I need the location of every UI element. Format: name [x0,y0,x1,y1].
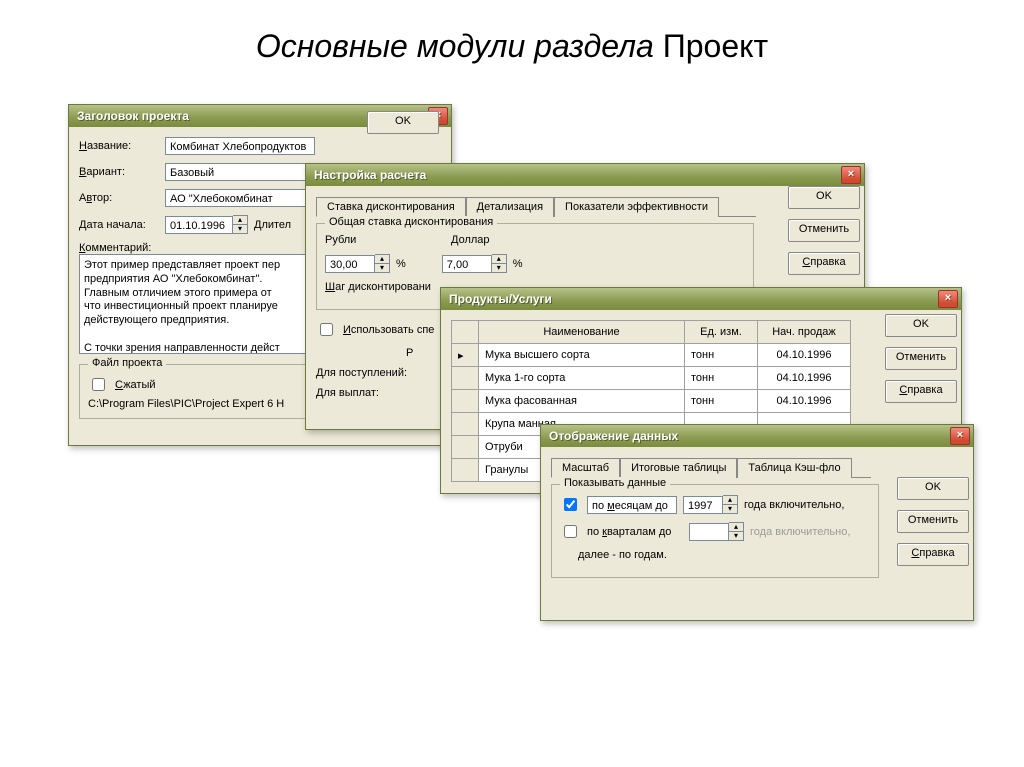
author-field[interactable]: АО "Хлебокомбинат [165,189,315,207]
cell-name[interactable]: Мука фасованная [479,390,685,413]
row-marker: ▸ [452,344,479,367]
label-income: Для поступлений: [316,367,436,379]
help-button[interactable]: Справка [885,380,957,403]
cancel-button[interactable]: Отменить [897,510,969,533]
further-label: далее - по годам. [578,549,667,561]
label-rub: Рубли [325,234,445,246]
use-special-checkbox[interactable] [320,323,333,336]
cancel-button[interactable]: Отменить [788,219,860,242]
pct1: % [396,258,406,270]
title-text: Настройка расчета [314,168,426,182]
label-duration: Длител [254,219,291,231]
help-button[interactable]: Справка [897,543,969,566]
title-text: Заголовок проекта [77,109,189,123]
file-path: C:\Program Files\PIC\Project Expert 6 H [88,398,332,410]
table-row[interactable]: Мука фасованнаятонн04.10.1996 [452,390,851,413]
label-step: Шаг дисконтировани [325,281,431,293]
year-incl-2: года включительно, [750,526,850,538]
title-text: Отображение данных [549,429,678,443]
by-quarter-label: по кварталам до [587,526,683,538]
slide-title-plain: Проект [663,28,768,64]
cell-date[interactable]: 04.10.1996 [758,344,851,367]
cell-unit[interactable]: тонн [685,367,758,390]
usd-stepper[interactable]: 7,00 ▴▾ [442,254,507,273]
label-name: Название: [79,140,159,152]
label-author: Автор: [79,192,159,204]
by-month-checkbox[interactable] [564,498,577,511]
label-expense: Для выплат: [316,387,436,399]
comment-textarea[interactable]: Этот пример представляет проект пер пред… [79,254,329,354]
by-quarter-checkbox[interactable] [564,525,577,538]
table-row[interactable]: Мука 1-го сортатонн04.10.1996 [452,367,851,390]
by-month-label: по месяцам до [587,496,677,514]
label-variant: Вариант: [79,166,159,178]
label-date: Дата начала: [79,219,159,231]
cell-unit[interactable]: тонн [685,390,758,413]
ok-button[interactable]: OK [885,314,957,337]
slide-title-italic: Основные модули раздела [256,28,654,64]
cell-name[interactable]: Мука высшего сорта [479,344,685,367]
titlebar[interactable]: Настройка расчета × [306,164,864,186]
date-stepper[interactable]: 01.10.1996 ▴▾ [165,215,248,234]
year-stepper[interactable]: 1997 ▴▾ [683,495,738,514]
quarter-year-stepper[interactable]: ▴▾ [689,522,744,541]
row-marker [452,390,479,413]
chevron-down-icon[interactable]: ▾ [233,225,247,233]
pct2: % [513,258,523,270]
row-marker [452,413,479,436]
table-header-row: Наименование Ед. изм. Нач. продаж [452,321,851,344]
label-usd: Доллар [451,234,551,246]
tab-detail[interactable]: Детализация [466,197,554,217]
title-text: Продукты/Услуги [449,292,552,306]
row-marker [452,436,479,459]
tab-summary[interactable]: Итоговые таблицы [620,458,737,478]
filebox-legend: Файл проекта [88,357,166,369]
col-name[interactable]: Наименование [479,321,685,344]
close-icon[interactable]: × [938,290,958,308]
cancel-button[interactable]: Отменить [885,347,957,370]
cell-date[interactable]: 04.10.1996 [758,390,851,413]
compressed-checkbox[interactable] [92,378,105,391]
close-icon[interactable]: × [950,427,970,445]
ok-button[interactable]: OK [788,186,860,209]
cell-name[interactable]: Мука 1-го сорта [479,367,685,390]
ok-button[interactable]: OK [897,477,969,500]
tab-efficiency[interactable]: Показатели эффективности [554,197,719,217]
tab-scale[interactable]: Масштаб [551,458,620,478]
slide-title: Основные модули раздела Проект [0,0,1024,81]
row-marker [452,459,479,482]
help-button[interactable]: Справка [788,252,860,275]
tab-cashflow[interactable]: Таблица Кэш-фло [737,458,851,478]
discount-legend: Общая ставка дисконтирования [325,216,497,228]
label-use-spec: Использовать спе [343,324,434,336]
col-unit[interactable]: Ед. изм. [685,321,758,344]
rub-stepper[interactable]: 30,00 ▴▾ [325,254,390,273]
titlebar[interactable]: Отображение данных × [541,425,973,447]
cell-unit[interactable]: тонн [685,344,758,367]
name-field[interactable]: Комбинат Хлебопродуктов [165,137,315,155]
variant-field[interactable]: Базовый [165,163,315,181]
cell-date[interactable]: 04.10.1996 [758,367,851,390]
display-legend: Показывать данные [560,477,670,489]
close-icon[interactable]: × [841,166,861,184]
window-data-display: Отображение данных × OK Отменить Справка… [540,424,974,621]
row-marker [452,367,479,390]
ok-button[interactable]: OK [367,111,439,134]
table-row[interactable]: ▸Мука высшего сортатонн04.10.1996 [452,344,851,367]
year-incl-1: года включительно, [744,499,844,511]
col-date[interactable]: Нач. продаж [758,321,851,344]
compressed-label: Сжатый [115,379,156,391]
tab-discount-rate[interactable]: Ставка дисконтирования [316,197,466,217]
titlebar[interactable]: Продукты/Услуги × [441,288,961,310]
